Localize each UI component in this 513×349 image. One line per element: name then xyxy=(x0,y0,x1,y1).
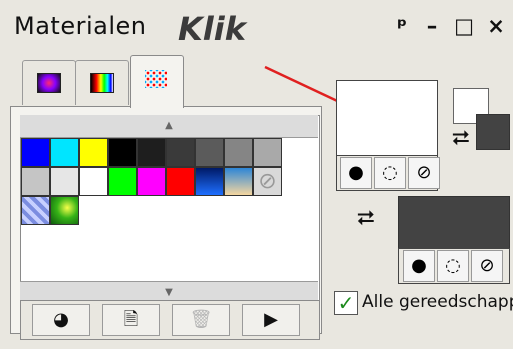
foreground-color-box[interactable] xyxy=(336,80,438,157)
foreground-none-icon[interactable]: ⊘ xyxy=(408,157,440,189)
swap-colors-icon-2[interactable]: ⮂ xyxy=(357,206,375,231)
swatch-cyan[interactable] xyxy=(50,138,79,167)
background-swatch-small[interactable] xyxy=(476,114,510,150)
foreground-fill-icon[interactable]: ● xyxy=(340,157,372,189)
palette-menu-button[interactable]: ◕ xyxy=(32,304,90,336)
delete-swatch-button[interactable]: 🗑 xyxy=(172,304,230,336)
tab-rainbow[interactable] xyxy=(75,60,129,105)
swatch-gray-3[interactable] xyxy=(195,138,224,167)
swatch-white[interactable] xyxy=(79,167,108,196)
background-none-icon[interactable]: ⊘ xyxy=(471,250,503,282)
new-swatch-button[interactable]: 🗎 xyxy=(102,304,160,336)
swatch-pattern-green[interactable] xyxy=(50,196,79,225)
swatch-pattern-blue[interactable] xyxy=(21,196,50,225)
swatch-gray-6[interactable] xyxy=(21,167,50,196)
swatch-magenta[interactable] xyxy=(137,167,166,196)
tab-swatches[interactable] xyxy=(130,55,184,108)
swatch-blue-gradient[interactable] xyxy=(195,167,224,196)
swatch-red[interactable] xyxy=(166,167,195,196)
background-texture-icon[interactable]: ◌ xyxy=(437,250,469,282)
swatch-gray-1[interactable] xyxy=(137,138,166,167)
all-tools-label: Alle gereedschapp xyxy=(362,292,513,312)
more-options-button[interactable]: ▶ xyxy=(242,304,300,336)
swatch-gray-5[interactable] xyxy=(253,138,282,167)
gradient-swatch-icon xyxy=(37,73,61,93)
background-color-box[interactable] xyxy=(398,196,510,250)
background-fill-icon[interactable]: ● xyxy=(403,250,435,282)
swatch-yellow[interactable] xyxy=(79,138,108,167)
swatch-gray-4[interactable] xyxy=(224,138,253,167)
rainbow-swatch-icon xyxy=(90,73,114,93)
swap-colors-icon[interactable]: ⮂ xyxy=(452,126,470,151)
color-dots-icon xyxy=(145,70,167,88)
swatch-gray-2[interactable] xyxy=(166,138,195,167)
scroll-up-button[interactable]: ▲ xyxy=(20,115,318,138)
swatch-black[interactable] xyxy=(108,138,137,167)
swatch-blue[interactable] xyxy=(21,138,50,167)
tab-gradient[interactable] xyxy=(22,60,76,105)
no-color-swatch-icon[interactable]: ⊘ xyxy=(253,167,282,196)
swatch-sky-gradient[interactable] xyxy=(224,167,253,196)
swatch-gray-7[interactable] xyxy=(50,167,79,196)
swatch-green[interactable] xyxy=(108,167,137,196)
all-tools-checkbox[interactable]: ✓ xyxy=(334,291,358,315)
foreground-texture-icon[interactable]: ◌ xyxy=(374,157,406,189)
